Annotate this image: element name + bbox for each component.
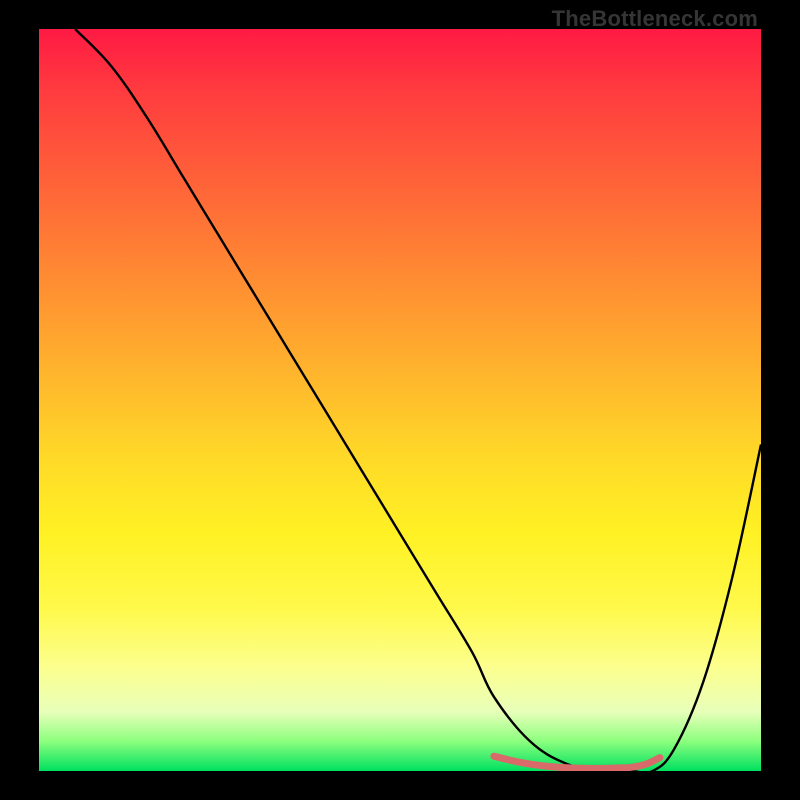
chart-frame: TheBottleneck.com (0, 0, 800, 800)
floor-segment (494, 756, 660, 768)
plot-area (39, 29, 761, 771)
primary-curve (75, 29, 761, 771)
watermark-label: TheBottleneck.com (552, 6, 758, 32)
chart-svg (39, 29, 761, 771)
